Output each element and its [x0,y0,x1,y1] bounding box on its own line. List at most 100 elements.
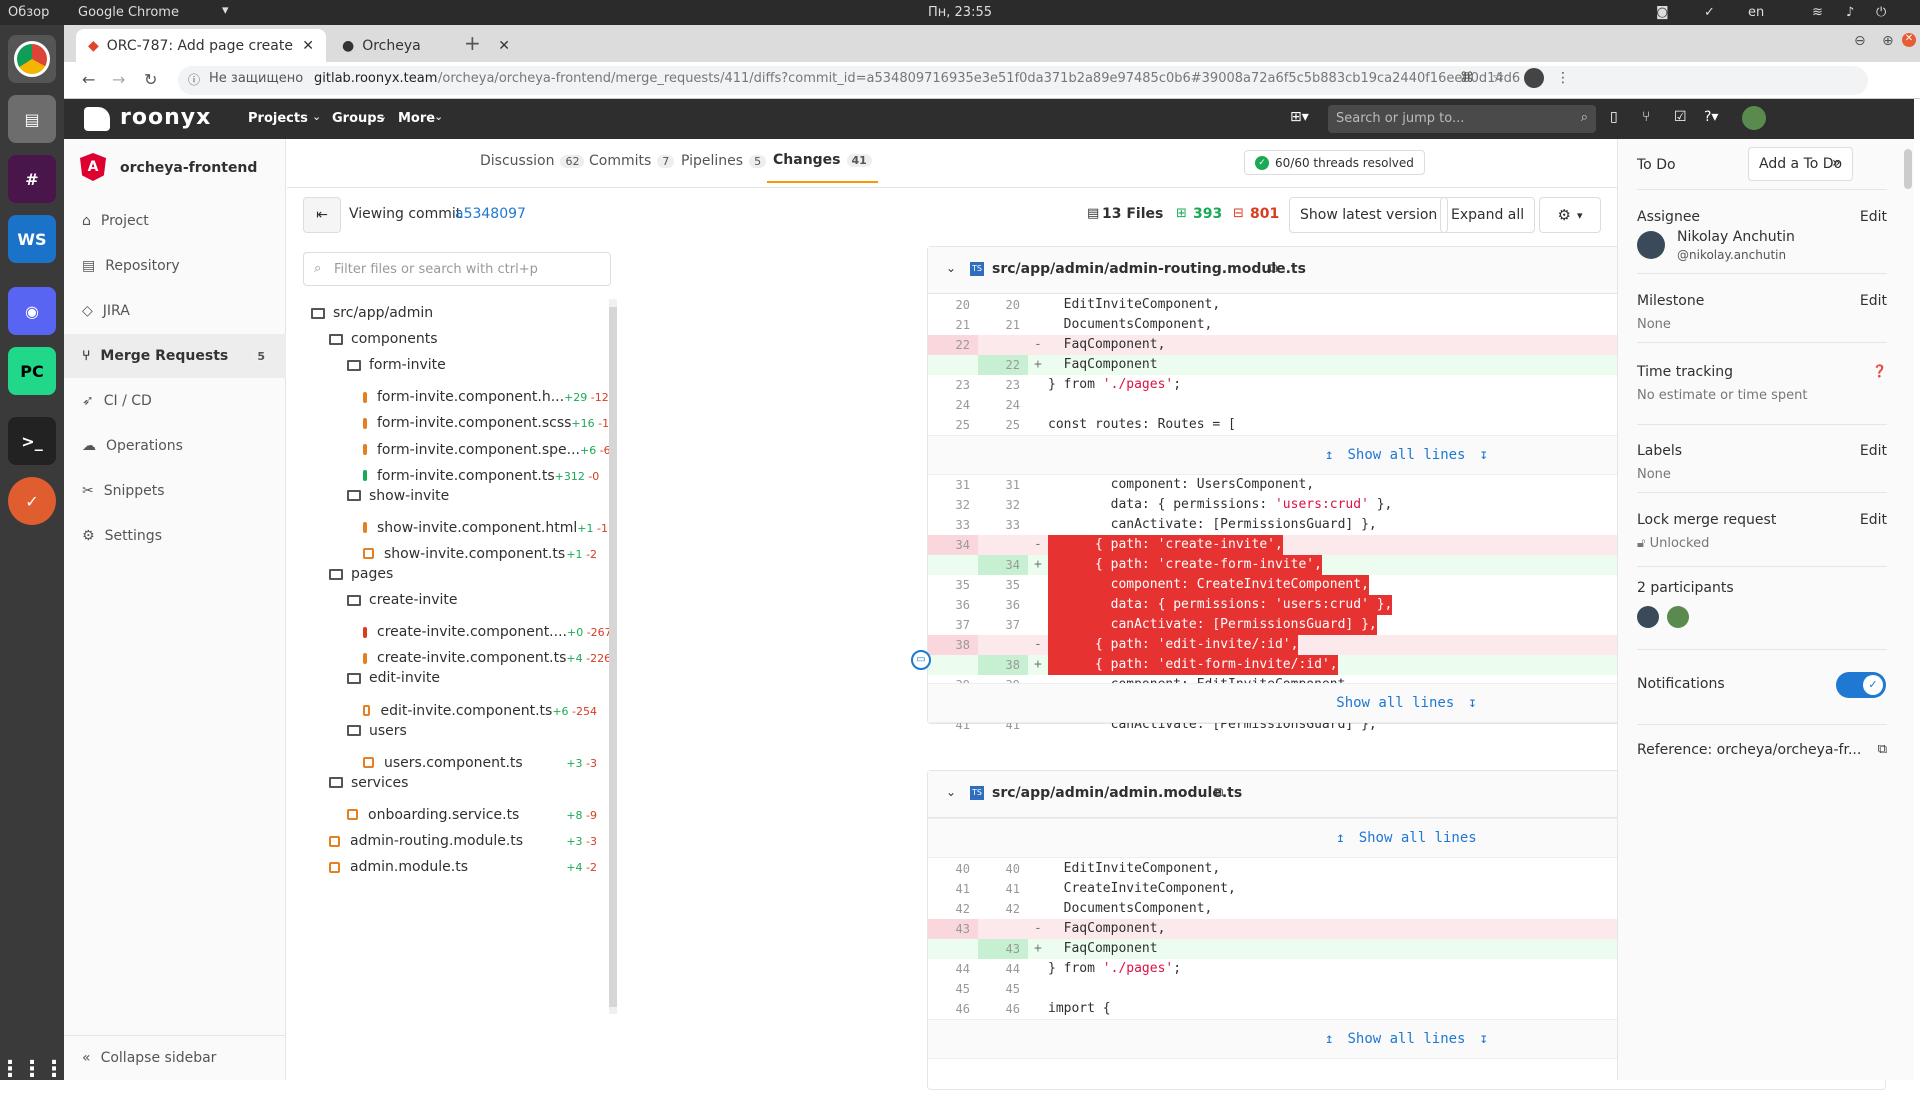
pycharm-icon[interactable]: PC [8,347,56,395]
tree-folder[interactable]: form-invite [347,351,603,379]
new-line-number[interactable]: 20 [978,295,1028,315]
browser-tab[interactable]: ● Orcheya ✕ [330,29,522,62]
diff-settings-button[interactable]: ⚙ ▾ [1539,197,1601,233]
angular-project-icon[interactable]: A [80,153,106,181]
chrome-icon[interactable] [8,35,56,83]
old-line-number[interactable]: 44 [928,959,978,979]
tree-folder[interactable]: src/app/admin [311,299,603,327]
new-line-number[interactable]: 42 [978,899,1028,919]
menu-dots-icon[interactable]: ⋮ [1556,70,1570,86]
old-line-number[interactable]: 23 [928,375,978,395]
show-latest-version-button[interactable]: Show latest version [1289,197,1449,233]
assignee-edit-link[interactable]: Edit [1860,209,1887,225]
old-line-number[interactable]: 41 [928,879,978,899]
roonyx-logo-icon[interactable] [84,107,110,131]
nav-merge-requests[interactable]: ⑂ Merge Requests 5 [64,334,286,378]
discord-icon[interactable]: ◉ [8,287,56,335]
old-line-number[interactable]: 35 [928,575,978,595]
collapse-right-icon[interactable]: » [1832,155,1841,171]
keyboard-lang[interactable]: en [1748,5,1764,20]
expand-all-button[interactable]: Expand all [1440,197,1536,233]
tree-file[interactable]: form-invite.component.spe... +6 -6 [363,436,611,464]
app-grid-icon[interactable]: ⋮⋮⋮ [0,1045,65,1093]
reload-icon[interactable]: ↻ [144,70,157,89]
tasks-icon[interactable]: ✓ [8,477,56,525]
participant-avatar[interactable] [1637,606,1659,628]
new-line-number[interactable]: 35 [978,575,1028,595]
terminal-icon[interactable]: >_ [8,417,56,465]
new-tab-icon[interactable]: + [464,31,481,55]
new-line-number[interactable]: 25 [978,415,1028,435]
browser-tab-active[interactable]: ◆ ORC-787: Add page create ✕ [76,29,326,62]
old-line-number[interactable]: 21 [928,315,978,335]
todo-check-icon[interactable]: ☑ [1674,109,1687,125]
new-line-number[interactable]: 22 [978,355,1028,375]
help-icon[interactable]: ?▾ [1704,109,1718,125]
menu-projects[interactable]: Projects [248,111,308,126]
back-icon[interactable]: ← [82,70,95,89]
tree-file[interactable]: admin.module.ts +4 -2 [329,853,603,881]
diff-file-path[interactable]: src/app/admin/admin.module.ts [992,785,1242,801]
star-icon[interactable]: ☆ [1492,70,1505,86]
old-line-number[interactable]: 40 [928,859,978,879]
new-line-number[interactable]: 23 [978,375,1028,395]
search-input[interactable]: Search or jump to... ⌕ [1328,105,1596,133]
issues-icon[interactable]: ▯ [1610,109,1618,125]
maximize-icon[interactable]: ⊕ [1882,33,1894,49]
tree-file[interactable]: form-invite.component.scss +16 -16 [363,409,616,437]
project-name[interactable]: orcheya-frontend [120,160,257,176]
new-line-number[interactable]: 41 [978,879,1028,899]
volume-icon[interactable]: ♪ [1846,5,1854,20]
copy-icon[interactable]: ⧉ [1878,742,1887,757]
new-line-number[interactable]: 38 [978,655,1028,675]
old-line-number[interactable]: 43 [928,919,978,939]
profile-avatar[interactable] [1524,68,1544,88]
old-line-number[interactable]: 45 [928,979,978,999]
new-line-number[interactable]: 44 [978,959,1028,979]
brand-name[interactable]: roonyx [120,105,211,130]
diff-file-path[interactable]: src/app/admin/admin-routing.module.ts [992,261,1306,277]
minimize-icon[interactable]: ⊖ [1854,33,1866,49]
tab-changes[interactable]: Changes 41 [767,139,878,183]
copy-icon[interactable]: ⧉ [1268,261,1277,276]
chevron-down-icon[interactable]: ⌄ [946,785,956,799]
chevron-down-icon[interactable]: ⌄ [946,261,956,275]
milestone-edit-link[interactable]: Edit [1860,293,1887,309]
new-line-number[interactable]: 32 [978,495,1028,515]
tree-folder[interactable]: create-invite [347,586,603,614]
close-icon[interactable]: ✕ [498,38,510,54]
tree-folder[interactable]: pages [329,560,603,588]
lock-edit-link[interactable]: Edit [1860,512,1887,528]
tree-file[interactable]: show-invite.component.html +1 -1 [363,514,608,542]
tree-folder[interactable]: users [347,717,603,745]
old-line-number[interactable]: 22 [928,335,978,355]
close-icon[interactable]: ✕ [302,38,314,54]
old-line-number[interactable]: 38 [928,635,978,655]
tab-pipelines[interactable]: Pipelines 5 [681,139,767,183]
assignee-avatar[interactable] [1637,231,1665,259]
old-line-number[interactable]: 34 [928,535,978,555]
new-line-number[interactable]: 40 [978,859,1028,879]
commit-sha-link[interactable]: a5348097 [455,206,526,222]
add-comment-icon[interactable]: ▭ [911,650,931,670]
old-line-number[interactable]: 33 [928,515,978,535]
new-line-number[interactable]: 34 [978,555,1028,575]
tree-folder[interactable]: services [329,769,603,797]
assignee-name[interactable]: Nikolay Anchutin [1677,229,1795,245]
info-icon[interactable]: ⓘ [188,71,200,88]
tree-scrollbar[interactable] [609,299,617,1014]
close-window-icon[interactable]: ✕ [1902,33,1916,47]
old-line-number[interactable]: 37 [928,615,978,635]
user-avatar[interactable] [1742,106,1766,130]
discord-tray-icon[interactable]: ◙ [1656,5,1669,20]
clock[interactable]: Пн, 23:55 [928,5,992,20]
tab-commits[interactable]: Commits 7 [589,139,675,183]
tree-folder[interactable]: components [329,325,603,353]
nav-snippets[interactable]: ✂ Snippets [64,469,286,513]
old-line-number[interactable]: 42 [928,899,978,919]
toggle-tree-button[interactable]: ⇤ [303,197,341,233]
menu-more[interactable]: More [398,111,435,126]
new-line-number[interactable]: 46 [978,999,1028,1019]
webstorm-icon[interactable]: WS [8,215,56,263]
active-app-label[interactable]: Google Chrome [78,5,179,20]
